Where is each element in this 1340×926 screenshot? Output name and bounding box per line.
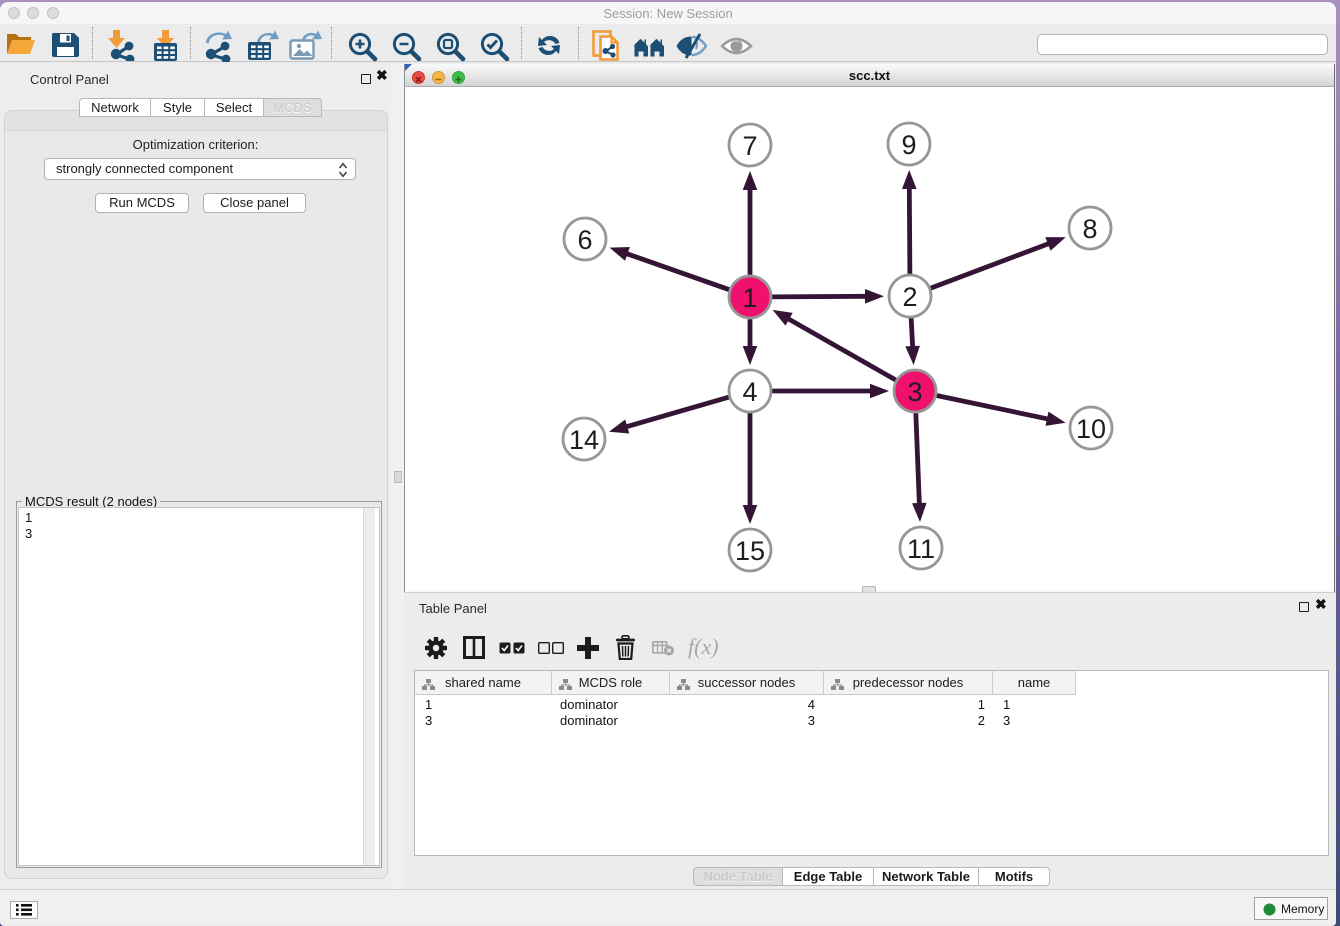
svg-text:3: 3 — [907, 377, 922, 407]
svg-text:6: 6 — [577, 225, 592, 255]
svg-text:15: 15 — [735, 536, 765, 566]
svg-text:11: 11 — [907, 534, 935, 564]
svg-text:8: 8 — [1082, 214, 1097, 244]
svg-text:4: 4 — [742, 377, 757, 407]
svg-text:2: 2 — [902, 282, 917, 312]
svg-text:10: 10 — [1076, 414, 1106, 444]
svg-text:9: 9 — [901, 130, 916, 160]
svg-text:14: 14 — [569, 425, 599, 455]
svg-text:1: 1 — [742, 283, 757, 313]
svg-text:7: 7 — [742, 131, 757, 161]
